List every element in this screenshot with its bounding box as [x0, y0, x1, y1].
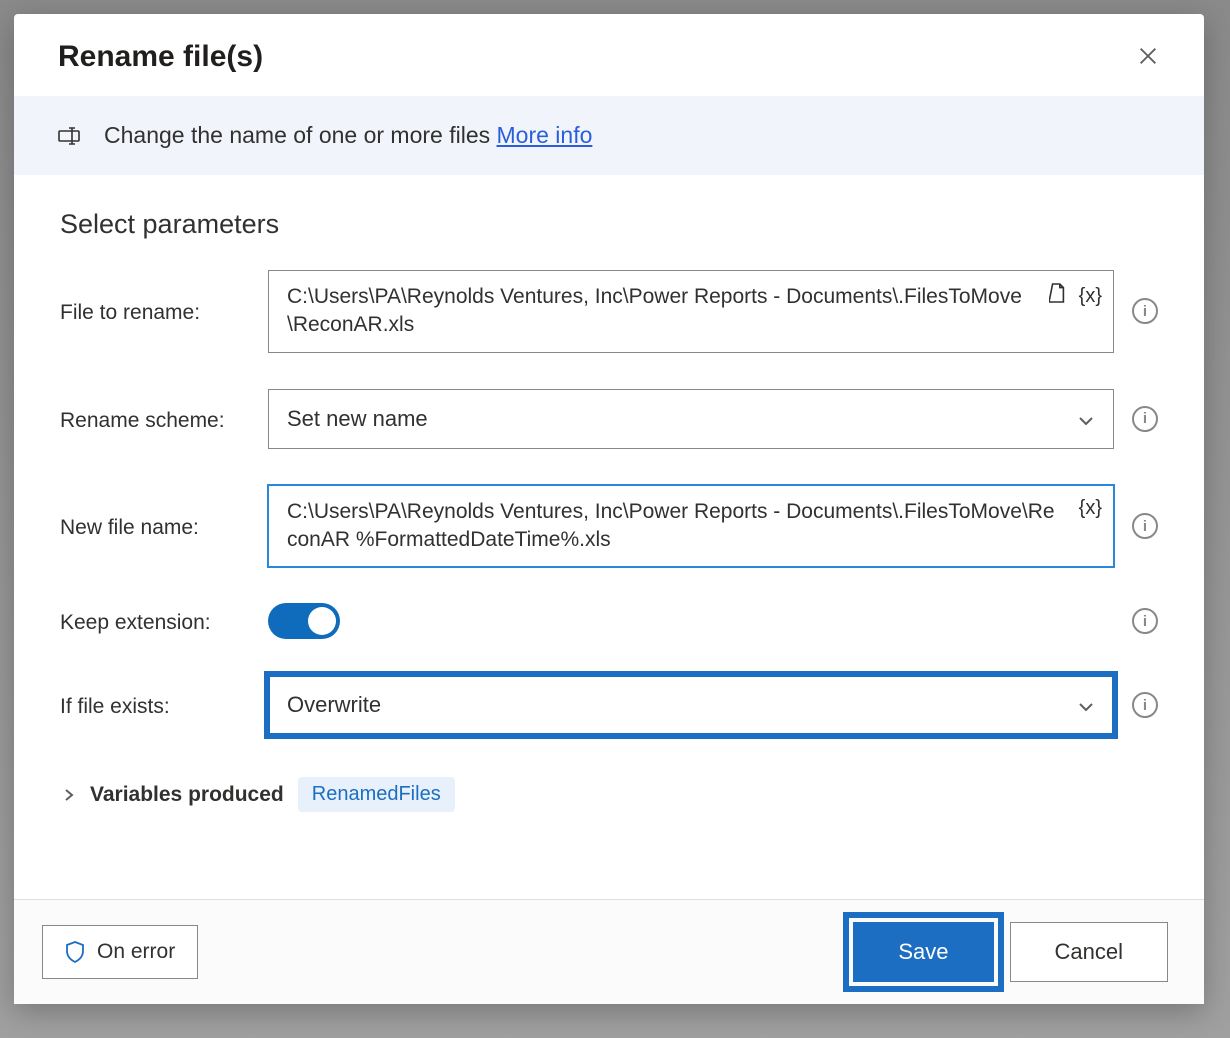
variables-produced-row: Variables produced RenamedFiles — [60, 771, 1158, 826]
label-if-file-exists: If file exists: — [60, 691, 250, 719]
label-keep-extension: Keep extension: — [60, 607, 250, 635]
info-icon[interactable]: i — [1132, 513, 1158, 539]
param-file-to-rename: File to rename: C:\Users\PA\Reynolds Ven… — [60, 270, 1158, 353]
dialog-body: Select parameters File to rename: C:\Use… — [14, 175, 1204, 899]
info-icon[interactable]: i — [1132, 406, 1158, 432]
info-icon[interactable]: i — [1132, 608, 1158, 634]
file-to-rename-input[interactable]: C:\Users\PA\Reynolds Ventures, Inc\Power… — [268, 270, 1114, 353]
param-rename-scheme: Rename scheme: Set new name i — [60, 389, 1158, 449]
chevron-down-icon — [1077, 410, 1095, 428]
on-error-label: On error — [97, 940, 175, 964]
keep-extension-toggle[interactable] — [268, 603, 340, 639]
on-error-button[interactable]: On error — [42, 925, 198, 979]
dialog-header: Rename file(s) — [14, 14, 1204, 96]
param-if-file-exists: If file exists: Overwrite i — [60, 675, 1158, 735]
section-title: Select parameters — [60, 209, 1158, 240]
variable-chip-renamedfiles[interactable]: RenamedFiles — [298, 777, 455, 812]
close-icon[interactable] — [1136, 45, 1160, 69]
info-text: Change the name of one or more files Mor… — [104, 122, 592, 149]
label-rename-scheme: Rename scheme: — [60, 405, 250, 433]
info-icon[interactable]: i — [1132, 692, 1158, 718]
dialog-footer: On error Save Cancel — [14, 899, 1204, 1004]
shield-icon — [65, 941, 85, 963]
rename-scheme-select[interactable]: Set new name — [268, 389, 1114, 449]
if-file-exists-select[interactable]: Overwrite — [268, 675, 1114, 735]
rename-files-dialog: Rename file(s) Change the name of one or… — [14, 14, 1204, 1004]
variable-picker-icon[interactable]: {x} — [1079, 285, 1102, 308]
dialog-title: Rename file(s) — [58, 40, 263, 74]
if-file-exists-value: Overwrite — [287, 692, 381, 717]
label-new-file-name: New file name: — [60, 512, 250, 540]
label-file-to-rename: File to rename: — [60, 297, 250, 325]
param-keep-extension: Keep extension: i — [60, 603, 1158, 639]
file-picker-icon[interactable] — [1049, 282, 1067, 310]
new-file-name-input[interactable]: C:\Users\PA\Reynolds Ventures, Inc\Power… — [268, 485, 1114, 568]
chevron-down-icon — [1077, 696, 1095, 714]
more-info-link[interactable]: More info — [497, 122, 593, 148]
info-icon[interactable]: i — [1132, 298, 1158, 324]
info-bar: Change the name of one or more files Mor… — [14, 96, 1204, 175]
cancel-button[interactable]: Cancel — [1010, 922, 1168, 982]
param-new-file-name: New file name: C:\Users\PA\Reynolds Vent… — [60, 485, 1158, 568]
variables-produced-label: Variables produced — [90, 783, 284, 807]
info-description: Change the name of one or more files — [104, 122, 490, 148]
variable-picker-icon[interactable]: {x} — [1079, 497, 1102, 520]
rename-icon — [58, 126, 86, 146]
save-button[interactable]: Save — [853, 922, 993, 982]
rename-scheme-value: Set new name — [287, 406, 428, 431]
chevron-right-icon[interactable] — [62, 782, 76, 808]
